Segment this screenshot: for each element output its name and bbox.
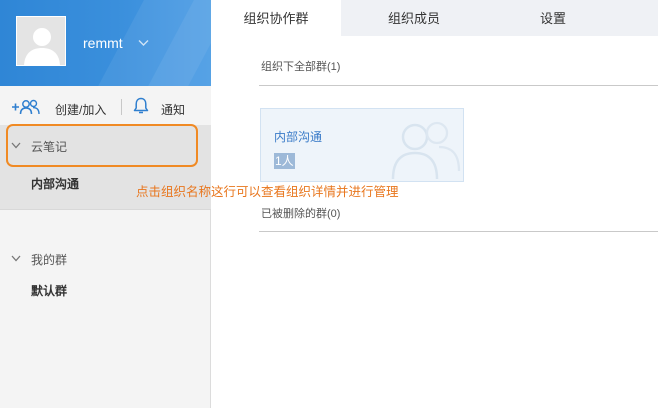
add-users-icon[interactable] [11,98,43,116]
group-card-member-count: 1人 [274,153,295,169]
sidebar-section-my-groups[interactable]: 我的群 [0,245,211,271]
notifications-button[interactable]: 通知 [161,101,185,118]
sidebar-item-label: 内部沟通 [31,177,80,191]
default-user-avatar-icon [17,17,65,65]
tab-org-members[interactable]: 组织成员 [366,0,462,36]
tab-bar: 组织协作群 组织成员 设置 [211,0,658,36]
toolbar-divider [121,99,122,115]
chevron-down-icon [11,255,21,262]
tutorial-annotation: 点击组织名称这行可以查看组织详情并进行管理 [136,185,399,199]
all-groups-heading: 组织下全部群(1) [261,61,341,73]
avatar[interactable] [16,16,66,66]
sidebar-item-default-group[interactable]: 默认群 [0,276,211,304]
username[interactable]: remmt [83,35,123,51]
divider [259,85,658,86]
group-card-name[interactable]: 内部沟通 [274,128,322,145]
tab-org-groups[interactable]: 组织协作群 [211,0,341,36]
sidebar-section-label: 我的群 [31,253,68,267]
tab-settings[interactable]: 设置 [511,0,595,36]
create-join-button[interactable]: 创建/加入 [55,101,106,118]
group-people-icon [391,121,461,180]
divider [259,231,658,232]
sidebar: remmt 创建/加入 通知 云笔记 内部沟通 我的群 默认群 [0,0,211,408]
highlight-box [6,124,198,167]
deleted-groups-heading: 已被删除的群(0) [261,208,341,220]
profile-header: remmt [0,0,211,86]
group-card[interactable]: 内部沟通 1人 [260,108,464,182]
bell-icon[interactable] [133,97,149,115]
sidebar-item-label: 默认群 [31,284,68,298]
chevron-down-icon[interactable] [138,39,149,47]
